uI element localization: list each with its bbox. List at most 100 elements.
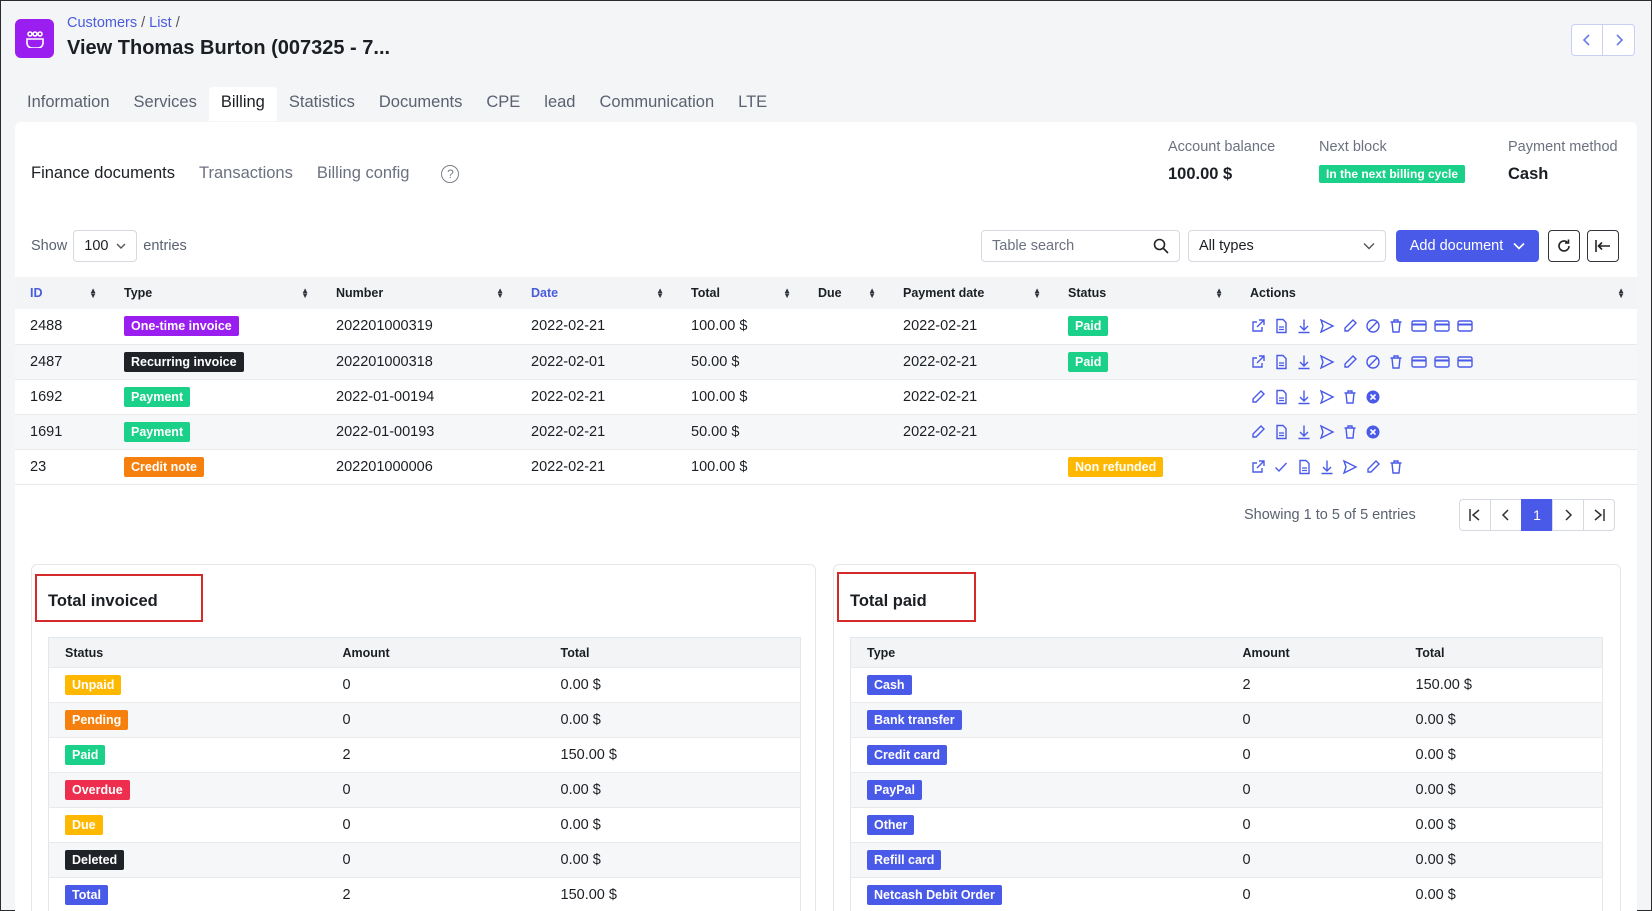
tab-communication[interactable]: Communication [587, 87, 726, 121]
col-number[interactable]: Number ▲ ▼ [321, 277, 516, 309]
download-icon[interactable] [1296, 389, 1312, 405]
open-icon[interactable] [1250, 459, 1266, 475]
send-icon[interactable] [1319, 318, 1335, 334]
cell-due [803, 309, 888, 345]
tab-lte[interactable]: LTE [726, 87, 779, 121]
first-page-button[interactable] [1459, 499, 1491, 531]
credit-card-icon[interactable] [1457, 318, 1473, 334]
download-icon[interactable] [1319, 459, 1335, 475]
breadcrumb-customers[interactable]: Customers [67, 15, 137, 31]
credit-card-icon[interactable] [1434, 354, 1450, 370]
check-icon[interactable] [1273, 459, 1289, 475]
payment-method-label: Payment method [1508, 139, 1618, 155]
subtab-finance-documents[interactable]: Finance documents [31, 164, 175, 183]
col-id[interactable]: ID ▲ ▼ [15, 277, 109, 309]
open-icon[interactable] [1250, 318, 1266, 334]
refresh-button[interactable] [1548, 230, 1580, 262]
tab-lead[interactable]: lead [532, 87, 587, 121]
pdf-icon[interactable] [1273, 424, 1289, 440]
add-document-button[interactable]: Add document [1396, 230, 1539, 262]
cell-due [803, 414, 888, 450]
table-row[interactable]: 2488 One-time invoice 202201000319 2022-02-… [15, 309, 1637, 345]
table-row[interactable]: 1691 Payment 2022-01-00193 2022-02-21 50.00 … [15, 414, 1637, 450]
tab-statistics[interactable]: Statistics [277, 87, 367, 121]
cell-payment-date: 2022-02-21 [888, 414, 1053, 450]
cell-amount: 2 [326, 877, 545, 911]
help-icon[interactable]: ? [441, 164, 460, 183]
send-icon[interactable] [1319, 354, 1335, 370]
prev-page-button[interactable] [1490, 499, 1522, 531]
trash-icon[interactable] [1342, 389, 1358, 405]
table-row[interactable]: 1692 Payment 2022-01-00194 2022-02-21 100.00… [15, 379, 1637, 415]
edit-icon[interactable] [1342, 354, 1358, 370]
cell-total: 0.00 $ [1399, 842, 1603, 878]
send-icon[interactable] [1319, 389, 1335, 405]
col-total: Total [544, 637, 801, 668]
type-badge: Payment [124, 386, 191, 407]
types-select[interactable]: All types [1188, 230, 1386, 262]
tab-information[interactable]: Information [15, 87, 122, 121]
download-icon[interactable] [1296, 424, 1312, 440]
last-page-button[interactable] [1583, 499, 1615, 531]
col-status[interactable]: Status ▲ ▼ [1053, 277, 1235, 309]
col-payment-date[interactable]: Payment date ▲ ▼ [888, 277, 1053, 309]
credit-card-icon[interactable] [1411, 354, 1427, 370]
col-total[interactable]: Total ▲ ▼ [676, 277, 803, 309]
table-search-input[interactable]: Table search [981, 230, 1180, 262]
cell-total: 150.00 $ [1399, 667, 1603, 703]
close-circle-icon[interactable] [1365, 389, 1381, 405]
subtab-transactions[interactable]: Transactions [199, 164, 293, 183]
trash-icon[interactable] [1388, 318, 1404, 334]
close-circle-icon[interactable] [1365, 424, 1381, 440]
credit-card-icon[interactable] [1434, 318, 1450, 334]
next-page-button[interactable] [1552, 499, 1584, 531]
download-icon[interactable] [1296, 318, 1312, 334]
cell-date: 2022-02-21 [516, 449, 676, 485]
account-balance: Account balance 100.00 $ [1168, 139, 1275, 184]
table-row[interactable]: 2487 Recurring invoice 202201000318 2022-02… [15, 344, 1637, 380]
next-record-button[interactable] [1603, 24, 1635, 56]
pdf-icon[interactable] [1296, 459, 1312, 475]
send-icon[interactable] [1319, 424, 1335, 440]
cell-amount: 0 [326, 842, 545, 878]
open-icon[interactable] [1250, 354, 1266, 370]
cell-number: 2022-01-00193 [321, 414, 516, 450]
trash-icon[interactable] [1388, 354, 1404, 370]
table-row[interactable]: 23 Credit note 202201000006 2022-02-21 100.0… [15, 449, 1637, 485]
edit-icon[interactable] [1250, 389, 1266, 405]
type-badge: Payment [124, 421, 191, 442]
tab-services[interactable]: Services [122, 87, 209, 121]
tab-billing[interactable]: Billing [208, 87, 277, 121]
entries-select[interactable]: 100 [73, 230, 138, 262]
col-due[interactable]: Due ▲ ▼ [803, 277, 888, 309]
tab-cpe[interactable]: CPE [474, 87, 532, 121]
page-1-button[interactable]: 1 [1521, 499, 1553, 531]
show-label: Show [31, 238, 68, 254]
edit-icon[interactable] [1365, 459, 1381, 475]
send-icon[interactable] [1342, 459, 1358, 475]
download-icon[interactable] [1296, 354, 1312, 370]
collapse-button[interactable] [1587, 230, 1619, 262]
pdf-icon[interactable] [1273, 389, 1289, 405]
trash-icon[interactable] [1342, 424, 1358, 440]
trash-icon[interactable] [1388, 459, 1404, 475]
subtab-billing-config[interactable]: Billing config [317, 164, 410, 183]
pdf-icon[interactable] [1273, 318, 1289, 334]
prev-record-button[interactable] [1571, 24, 1603, 56]
status-badge: Due [65, 815, 103, 835]
edit-icon[interactable] [1342, 318, 1358, 334]
col-type[interactable]: Type ▲ ▼ [109, 277, 321, 309]
col-date[interactable]: Date ▲ ▼ [516, 277, 676, 309]
pdf-icon[interactable] [1273, 354, 1289, 370]
ban-icon[interactable] [1365, 318, 1381, 334]
cell-total: 0.00 $ [544, 807, 801, 843]
col-actions[interactable]: Actions ▲ ▼ [1235, 277, 1637, 309]
tab-documents[interactable]: Documents [367, 87, 474, 121]
edit-icon[interactable] [1250, 424, 1266, 440]
breadcrumb-list[interactable]: List [149, 15, 172, 31]
credit-card-icon[interactable] [1457, 354, 1473, 370]
credit-card-icon[interactable] [1411, 318, 1427, 334]
col-amount: Amount [1226, 637, 1400, 668]
cell-id: 2487 [15, 344, 109, 380]
ban-icon[interactable] [1365, 354, 1381, 370]
